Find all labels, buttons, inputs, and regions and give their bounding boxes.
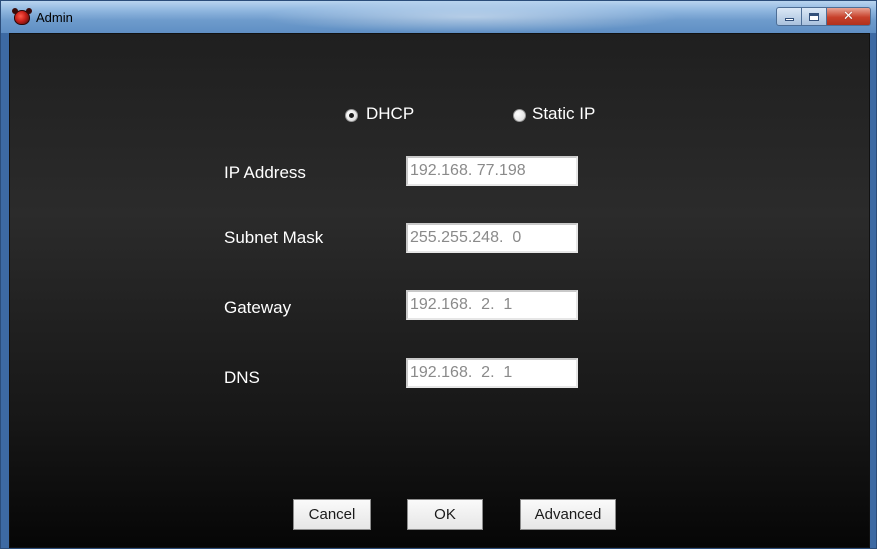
ip-address-label: IP Address [224, 163, 306, 182]
close-button[interactable]: ✕ [827, 7, 871, 26]
gateway-field[interactable]: 192.168. 2. 1 [406, 290, 578, 320]
cancel-button[interactable]: Cancel [293, 499, 371, 530]
maximize-button[interactable] [802, 7, 827, 26]
dialog-content: DHCP Static IP IP Address 192.168. 77.19… [9, 33, 870, 548]
dhcp-label[interactable]: DHCP [366, 104, 414, 124]
ip-address-field[interactable]: 192.168. 77.198 [406, 156, 578, 186]
subnet-mask-label: Subnet Mask [224, 228, 324, 247]
minimize-button[interactable] [776, 7, 802, 26]
static-ip-label[interactable]: Static IP [532, 104, 595, 124]
advanced-button[interactable]: Advanced [520, 499, 616, 530]
subnet-mask-field[interactable]: 255.255.248. 0 [406, 223, 578, 253]
app-icon[interactable] [12, 8, 32, 25]
admin-window: Admin ✕ DHCP Static IP IP Address 192.16… [0, 0, 877, 549]
ok-button[interactable]: OK [407, 499, 483, 530]
window-title: Admin [36, 10, 73, 25]
dhcp-radio[interactable] [345, 109, 358, 122]
maximize-icon [809, 12, 819, 21]
dns-field[interactable]: 192.168. 2. 1 [406, 358, 578, 388]
dns-label: DNS [224, 368, 260, 387]
gateway-label: Gateway [224, 298, 292, 317]
title-bar[interactable]: Admin ✕ [1, 1, 876, 33]
close-icon: ✕ [843, 9, 854, 24]
static-ip-radio[interactable] [513, 109, 526, 122]
minimize-icon [784, 18, 794, 21]
